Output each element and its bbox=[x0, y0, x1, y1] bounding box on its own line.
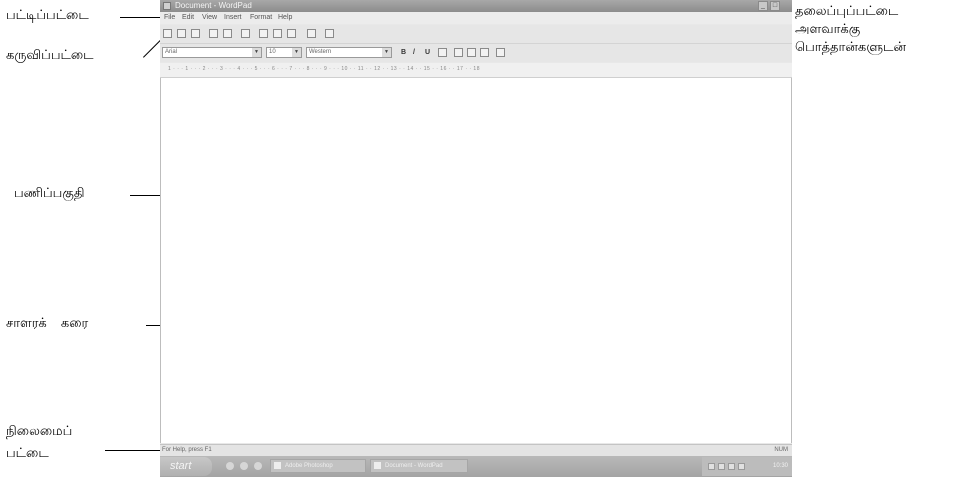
window-border-pointer-line bbox=[146, 325, 160, 326]
menubar-pointer-line bbox=[120, 17, 162, 18]
menu-view[interactable]: View bbox=[202, 12, 217, 24]
clock[interactable]: 10:30 bbox=[773, 457, 788, 476]
chevron-down-icon[interactable]: ▼ bbox=[292, 48, 301, 57]
status-help-text: For Help, press F1 bbox=[162, 447, 212, 453]
format-bar: Arial ▼ 10 ▼ Western ▼ B / U bbox=[160, 44, 792, 62]
desktop-quicklaunch-icon[interactable] bbox=[254, 462, 262, 470]
open-folder-icon[interactable] bbox=[177, 29, 186, 38]
titlebar-label-line2: அளவாக்கு bbox=[795, 22, 861, 37]
start-button[interactable]: start bbox=[160, 457, 212, 476]
menu-bar: File Edit View Insert Format Help bbox=[160, 12, 792, 24]
taskbar-photoshop-label: Adobe Photoshop bbox=[285, 463, 333, 469]
window-border-label: சாளரக் கரை bbox=[6, 316, 89, 331]
window-title: Document - WordPad bbox=[175, 1, 252, 10]
security-icon[interactable] bbox=[738, 463, 745, 470]
system-tray: 10:30 bbox=[702, 457, 792, 476]
script-select[interactable]: Western ▼ bbox=[306, 47, 392, 58]
print-preview-icon[interactable] bbox=[223, 29, 232, 38]
date-time-icon[interactable] bbox=[325, 29, 334, 38]
menu-help[interactable]: Help bbox=[278, 12, 292, 24]
align-left-icon[interactable] bbox=[454, 48, 463, 57]
work-area-label: பணிப்பகுதி bbox=[14, 186, 85, 201]
find-icon[interactable] bbox=[241, 29, 250, 38]
taskbar: start Adobe Photoshop Document - WordPad… bbox=[160, 456, 792, 477]
volume-icon[interactable] bbox=[718, 463, 725, 470]
chevron-down-icon[interactable]: ▼ bbox=[252, 48, 261, 57]
titlebar-label-line1: தலைப்புப்பட்டை bbox=[795, 4, 899, 19]
statusbar-label-line2: பட்டை bbox=[6, 446, 49, 461]
taskbar-wordpad-label: Document - WordPad bbox=[385, 463, 443, 469]
underline-button[interactable]: U bbox=[425, 48, 430, 58]
menu-file[interactable]: File bbox=[164, 12, 175, 24]
copy-icon[interactable] bbox=[273, 29, 282, 38]
bold-button[interactable]: B bbox=[401, 48, 406, 58]
wordpad-icon bbox=[374, 462, 381, 469]
document-area[interactable] bbox=[160, 78, 792, 443]
chevron-down-icon[interactable]: ▼ bbox=[382, 48, 391, 57]
wordpad-window: Document - WordPad _ □ File Edit View In… bbox=[160, 0, 792, 477]
title-bar[interactable]: Document - WordPad _ □ bbox=[160, 0, 792, 12]
menu-insert[interactable]: Insert bbox=[224, 12, 242, 24]
menu-format[interactable]: Format bbox=[250, 12, 272, 24]
ie-quicklaunch-icon[interactable] bbox=[226, 462, 234, 470]
script-select-value: Western bbox=[309, 49, 332, 55]
align-right-icon[interactable] bbox=[480, 48, 489, 57]
bullets-icon[interactable] bbox=[496, 48, 505, 57]
maximize-button[interactable]: □ bbox=[770, 1, 780, 11]
status-num-indicator: NUM bbox=[774, 447, 788, 453]
font-select[interactable]: Arial ▼ bbox=[162, 47, 262, 58]
statusbar-pointer-line bbox=[105, 450, 162, 451]
language-icon[interactable] bbox=[728, 463, 735, 470]
italic-button[interactable]: / bbox=[413, 48, 415, 58]
menu-edit[interactable]: Edit bbox=[182, 12, 194, 24]
toolbar-label: கருவிப்பட்டை bbox=[6, 48, 94, 63]
print-icon[interactable] bbox=[209, 29, 218, 38]
save-icon[interactable] bbox=[191, 29, 200, 38]
paste-icon[interactable] bbox=[287, 29, 296, 38]
ruler[interactable]: 1 · · · 1 · · · 2 · · · 3 · · · 4 · · · … bbox=[160, 63, 792, 78]
minimize-button[interactable]: _ bbox=[758, 1, 768, 11]
taskbar-button-wordpad[interactable]: Document - WordPad bbox=[370, 459, 468, 473]
cut-icon[interactable] bbox=[259, 29, 268, 38]
font-select-value: Arial bbox=[165, 49, 178, 55]
font-size-value: 10 bbox=[269, 49, 276, 55]
media-quicklaunch-icon[interactable] bbox=[240, 462, 248, 470]
wordpad-app-icon[interactable] bbox=[163, 2, 171, 10]
undo-icon[interactable] bbox=[307, 29, 316, 38]
network-icon[interactable] bbox=[708, 463, 715, 470]
photoshop-icon bbox=[274, 462, 281, 469]
ruler-scale: 1 · · · 1 · · · 2 · · · 3 · · · 4 · · · … bbox=[168, 66, 480, 72]
menubar-label: பட்டிப்பட்டை bbox=[6, 8, 89, 23]
titlebar-label-line3: பொத்தான்களுடன் bbox=[795, 40, 906, 55]
status-bar: For Help, press F1 NUM bbox=[160, 444, 792, 456]
color-icon[interactable] bbox=[438, 48, 447, 57]
toolbar bbox=[160, 25, 792, 44]
taskbar-button-photoshop[interactable]: Adobe Photoshop bbox=[270, 459, 366, 473]
new-document-icon[interactable] bbox=[163, 29, 172, 38]
statusbar-label-line1: நிலைமைப் bbox=[6, 424, 73, 439]
align-center-icon[interactable] bbox=[467, 48, 476, 57]
font-size-select[interactable]: 10 ▼ bbox=[266, 47, 302, 58]
